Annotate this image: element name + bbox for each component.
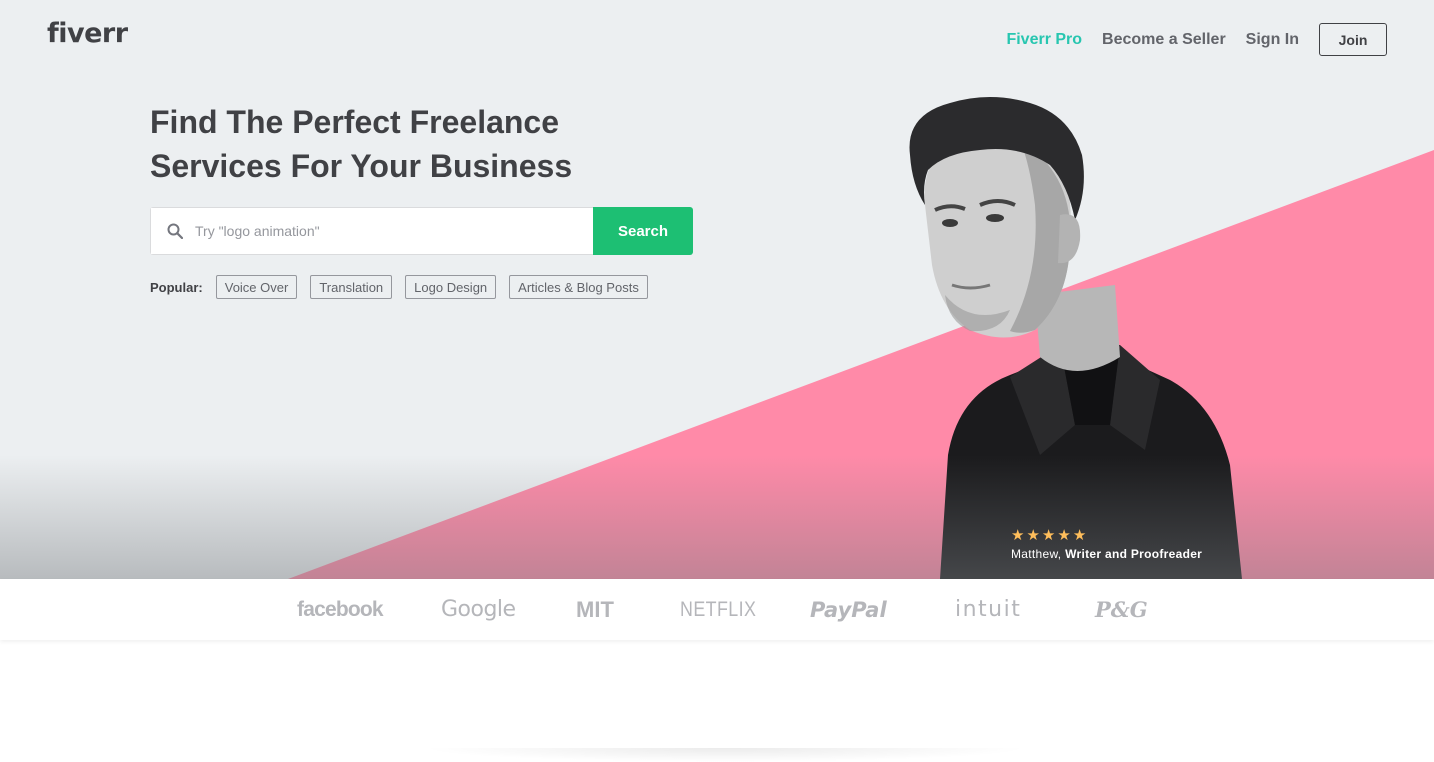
netflix-logo: NETFLIX — [680, 597, 757, 621]
popular-label: Popular: — [150, 279, 203, 295]
hero-person-image — [909, 97, 1242, 579]
popular-tag-translation[interactable]: Translation — [310, 275, 393, 299]
testimonial-role: Writer and Proofreader — [1065, 547, 1203, 561]
star-icon: ★ — [1072, 527, 1087, 544]
popular-tag-articles-blog-posts[interactable]: Articles & Blog Posts — [509, 275, 648, 299]
content-card-shadow — [420, 748, 1030, 762]
star-icon: ★ — [1026, 527, 1040, 544]
nav-fiverr-pro-link[interactable]: Fiverr Pro — [1006, 31, 1082, 49]
star-icon: ★ — [1011, 527, 1025, 544]
pg-logo: P&G — [1095, 597, 1148, 622]
testimonial-text: Matthew, Writer and Proofreader — [1011, 547, 1202, 561]
hero-headline-line2: Services For Your Business — [150, 148, 573, 184]
star-icon: ★ — [1057, 527, 1071, 544]
hero-headline-line1: Find The Perfect Freelance — [150, 104, 560, 140]
search-icon — [167, 223, 183, 239]
google-logo: Google — [441, 597, 516, 622]
search-bar: Search — [150, 207, 693, 255]
nav-sign-in-link[interactable]: Sign In — [1246, 31, 1299, 49]
search-button[interactable]: Search — [593, 207, 693, 255]
rating-stars: ★ ★ ★ ★ ★ — [1011, 528, 1202, 543]
star-icon: ★ — [1041, 527, 1056, 544]
popular-tag-logo-design[interactable]: Logo Design — [405, 275, 497, 299]
paypal-logo: PayPal — [810, 597, 887, 622]
mit-logo: MIT — [576, 596, 614, 622]
search-field-wrapper — [150, 207, 593, 255]
popular-searches: Popular: Voice Over Translation Logo Des… — [150, 275, 661, 299]
search-input[interactable] — [195, 223, 555, 239]
hero-section: fiverr Fiverr Pro Become a Seller Sign I… — [0, 0, 1434, 579]
hero-headline: Find The Perfect Freelance Services For … — [150, 100, 650, 188]
testimonial-name: Matthew, — [1011, 547, 1062, 561]
fiverr-logo[interactable]: fiverr — [47, 18, 128, 49]
popular-tag-voice-over[interactable]: Voice Over — [215, 275, 298, 299]
join-button[interactable]: Join — [1319, 23, 1387, 56]
top-nav: Fiverr Pro Become a Seller Sign In Join — [1006, 23, 1387, 56]
nav-become-seller-link[interactable]: Become a Seller — [1102, 31, 1226, 49]
testimonial-caption: ★ ★ ★ ★ ★ Matthew, Writer and Proofreade… — [1011, 528, 1202, 561]
facebook-logo: facebook — [297, 597, 384, 621]
trusted-by-bar: facebook Google MIT NETFLIX PayPal intui… — [0, 579, 1434, 640]
intuit-logo: intuit — [955, 597, 1022, 622]
